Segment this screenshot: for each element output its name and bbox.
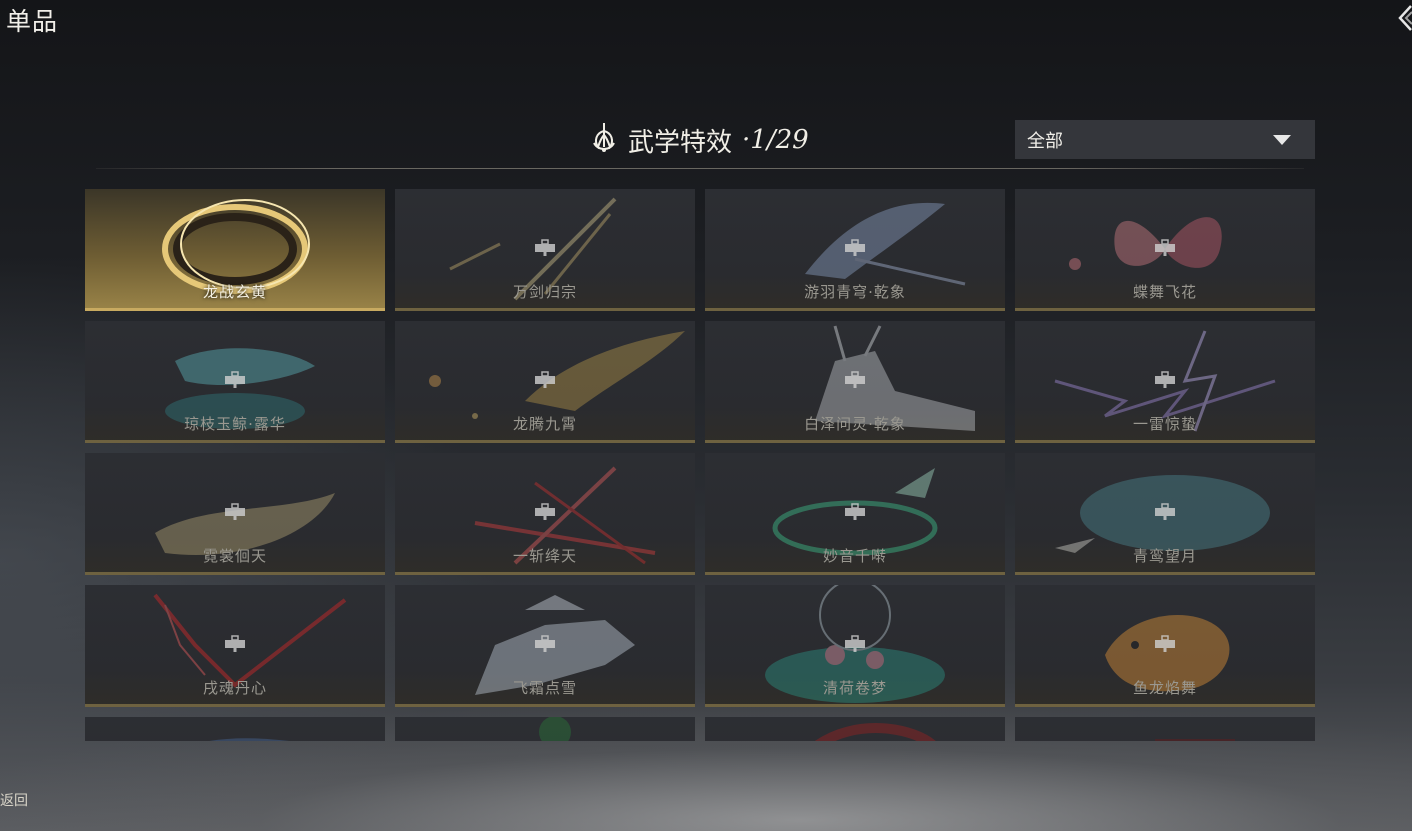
green-art — [539, 717, 571, 741]
lock-icon — [1155, 503, 1175, 520]
lock-icon — [845, 239, 865, 256]
effect-name: 游羽青穹·乾象 — [804, 283, 906, 301]
crimson-art — [815, 723, 936, 741]
effect-name: 清荷卷梦 — [822, 679, 887, 697]
effect-name: 青鸾望月 — [1132, 547, 1197, 565]
effects-grid: 龙战玄黄 万剑归宗 游羽青穹·乾象 蝶舞飞花琼枝玉鲸·露华 龙腾九霄 白泽问灵·乾象 一雷惊… — [85, 189, 1315, 741]
effect-card[interactable]: 白泽问灵·乾象 — [705, 321, 1005, 443]
dropdown-arrow-icon — [1273, 134, 1291, 145]
effect-card[interactable]: 万剑归宗 — [395, 189, 695, 311]
card-underline — [1015, 440, 1315, 443]
card-underline — [395, 440, 695, 443]
effect-name: 鱼龙焰舞 — [1132, 679, 1197, 697]
card-underline — [705, 440, 1005, 443]
collection-progress: ·1/29 — [742, 125, 809, 155]
effect-name: 蝶舞飞花 — [1132, 283, 1197, 301]
effect-card[interactable]: 蝶舞飞花 — [1015, 189, 1315, 311]
effect-name: 琼枝玉鲸·露华 — [184, 415, 286, 433]
filter-dropdown[interactable]: 全部 — [1015, 120, 1315, 159]
effect-card[interactable]: 青鸾望月 — [1015, 453, 1315, 575]
effect-card[interactable]: 一雷惊蛰 — [1015, 321, 1315, 443]
lotus-emblem-icon — [590, 121, 618, 160]
card-underline — [705, 572, 1005, 575]
effect-card[interactable]: 戌魂丹心 — [85, 585, 385, 707]
card-underline — [85, 572, 385, 575]
card-underline — [395, 572, 695, 575]
effect-name: 龙腾九霄 — [512, 415, 577, 433]
blue-art — [209, 738, 290, 741]
effect-card[interactable]: 琼枝玉鲸·露华 — [85, 321, 385, 443]
effect-name: 一斩绛天 — [512, 547, 577, 565]
effect-name: 白泽问灵·乾象 — [804, 415, 906, 433]
card-underline — [705, 308, 1005, 311]
effect-card[interactable] — [705, 717, 1005, 741]
effect-card[interactable]: 鱼龙焰舞 — [1015, 585, 1315, 707]
page-title: 单品 — [6, 7, 59, 36]
card-underline — [395, 308, 695, 311]
filter-selected-value: 全部 — [1027, 130, 1063, 152]
lock-icon — [225, 635, 245, 652]
lock-icon — [845, 371, 865, 388]
effect-card[interactable]: 龙战玄黄 — [85, 189, 385, 311]
lock-icon — [225, 503, 245, 520]
lock-icon — [535, 371, 555, 388]
effect-card[interactable]: 霓裳佪天 — [85, 453, 385, 575]
effect-card[interactable] — [395, 717, 695, 741]
lock-icon — [535, 503, 555, 520]
effect-name: 戌魂丹心 — [202, 679, 267, 697]
card-underline — [85, 440, 385, 443]
lock-icon — [225, 371, 245, 388]
lock-icon — [845, 635, 865, 652]
lock-icon — [1155, 635, 1175, 652]
section-title: 武学特效 ·1/29 — [590, 122, 809, 158]
card-underline — [1015, 308, 1315, 311]
lock-icon — [845, 503, 865, 520]
effect-name: 万剑归宗 — [512, 283, 577, 301]
card-underline — [1015, 704, 1315, 707]
effect-card[interactable]: 妙音千啭 — [705, 453, 1005, 575]
effect-card[interactable]: 游羽青穹·乾象 — [705, 189, 1005, 311]
card-underline — [85, 308, 385, 311]
effect-name: 龙战玄黄 — [202, 283, 267, 301]
lock-icon — [1155, 371, 1175, 388]
collapse-arrow-icon[interactable] — [1398, 2, 1412, 34]
card-underline — [1015, 572, 1315, 575]
effect-name: 霓裳佪天 — [202, 547, 267, 565]
dark-red-art — [1155, 739, 1235, 741]
card-underline — [705, 704, 1005, 707]
card-underline — [395, 704, 695, 707]
effect-name: 妙音千啭 — [822, 547, 887, 565]
header-divider — [96, 168, 1304, 169]
effect-card[interactable]: 飞霜点雪 — [395, 585, 695, 707]
section-title-text: 武学特效 — [628, 127, 733, 158]
effect-card[interactable] — [1015, 717, 1315, 741]
lock-icon — [535, 635, 555, 652]
effect-card[interactable]: 龙腾九霄 — [395, 321, 695, 443]
card-underline — [85, 704, 385, 707]
lock-icon — [535, 239, 555, 256]
effect-card[interactable]: 清荷卷梦 — [705, 585, 1005, 707]
effect-name: 一雷惊蛰 — [1132, 415, 1197, 433]
effect-card[interactable] — [85, 717, 385, 741]
effect-card[interactable]: 一斩绛天 — [395, 453, 695, 575]
effect-name: 飞霜点雪 — [512, 679, 577, 697]
lock-icon — [1155, 239, 1175, 256]
back-button[interactable]: 返回 — [0, 790, 28, 810]
